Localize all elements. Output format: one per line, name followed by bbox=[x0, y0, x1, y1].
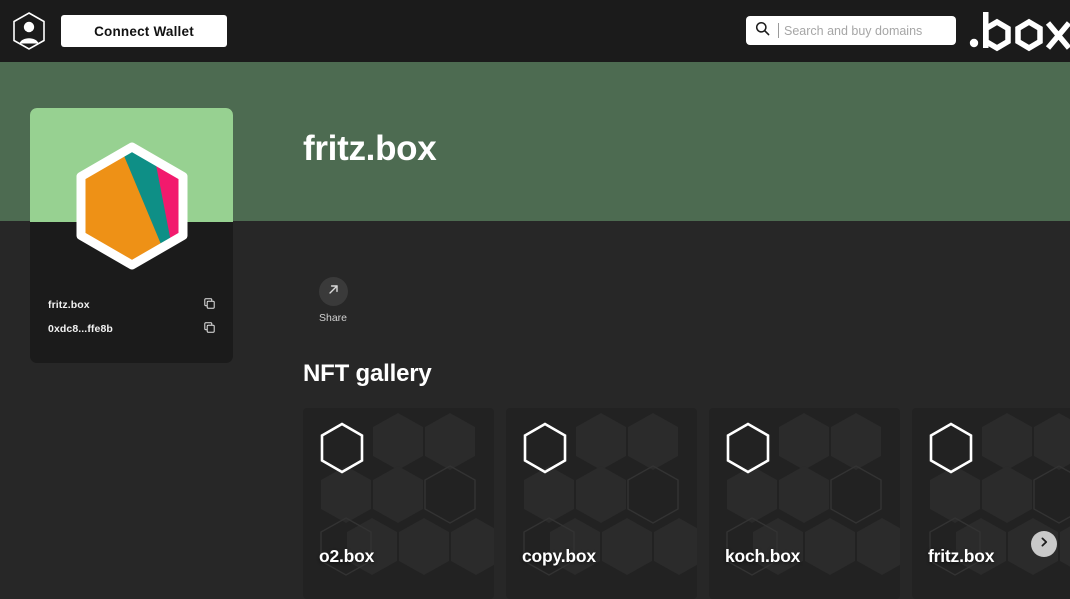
search-bar[interactable] bbox=[746, 16, 956, 45]
top-navigation-bar: Connect Wallet bbox=[0, 0, 1070, 62]
page-title: fritz.box bbox=[303, 129, 437, 168]
avatar-hexagon bbox=[73, 139, 191, 273]
nft-name: copy.box bbox=[522, 546, 596, 566]
hexagon-outline-icon bbox=[725, 422, 771, 474]
nft-card[interactable]: fritz.box bbox=[912, 408, 1070, 599]
nft-name: o2.box bbox=[319, 546, 375, 566]
box-brand-logo[interactable] bbox=[968, 8, 1070, 52]
share-button[interactable] bbox=[318, 277, 348, 306]
hexagon-outline-icon bbox=[928, 422, 974, 474]
nft-gallery-carousel[interactable]: o2.box copy.box koch.box fritz.box bbox=[303, 408, 1070, 599]
nft-card[interactable]: copy.box bbox=[506, 408, 697, 599]
profile-domain-row: fritz.box bbox=[48, 293, 215, 316]
hexagon-outline-icon bbox=[319, 422, 365, 474]
search-text-caret bbox=[778, 23, 779, 38]
profile-card: fritz.box 0xdc8...ffe8b bbox=[30, 108, 233, 363]
chevron-right-icon bbox=[1038, 535, 1050, 553]
profile-address-label: 0xdc8...ffe8b bbox=[48, 322, 113, 335]
nft-card[interactable]: koch.box bbox=[709, 408, 900, 599]
hexagon-outline-icon bbox=[522, 422, 568, 474]
nft-gallery-heading: NFT gallery bbox=[303, 360, 432, 387]
copy-icon[interactable] bbox=[204, 296, 215, 314]
arrow-up-right-icon bbox=[327, 283, 340, 301]
search-input[interactable] bbox=[784, 23, 944, 38]
profile-address-row: 0xdc8...ffe8b bbox=[48, 317, 215, 340]
user-hexagon-icon[interactable] bbox=[8, 10, 50, 52]
nft-name: koch.box bbox=[725, 546, 801, 566]
profile-card-details: fritz.box 0xdc8...ffe8b bbox=[30, 293, 233, 341]
share-action: Share bbox=[303, 277, 363, 324]
carousel-next-button[interactable] bbox=[1031, 531, 1057, 557]
nft-card[interactable]: o2.box bbox=[303, 408, 494, 599]
nft-name: fritz.box bbox=[928, 546, 995, 566]
search-icon bbox=[755, 21, 770, 41]
profile-domain-label: fritz.box bbox=[48, 298, 90, 311]
connect-wallet-button[interactable]: Connect Wallet bbox=[61, 15, 227, 47]
copy-icon[interactable] bbox=[204, 320, 215, 338]
share-label: Share bbox=[318, 312, 348, 324]
